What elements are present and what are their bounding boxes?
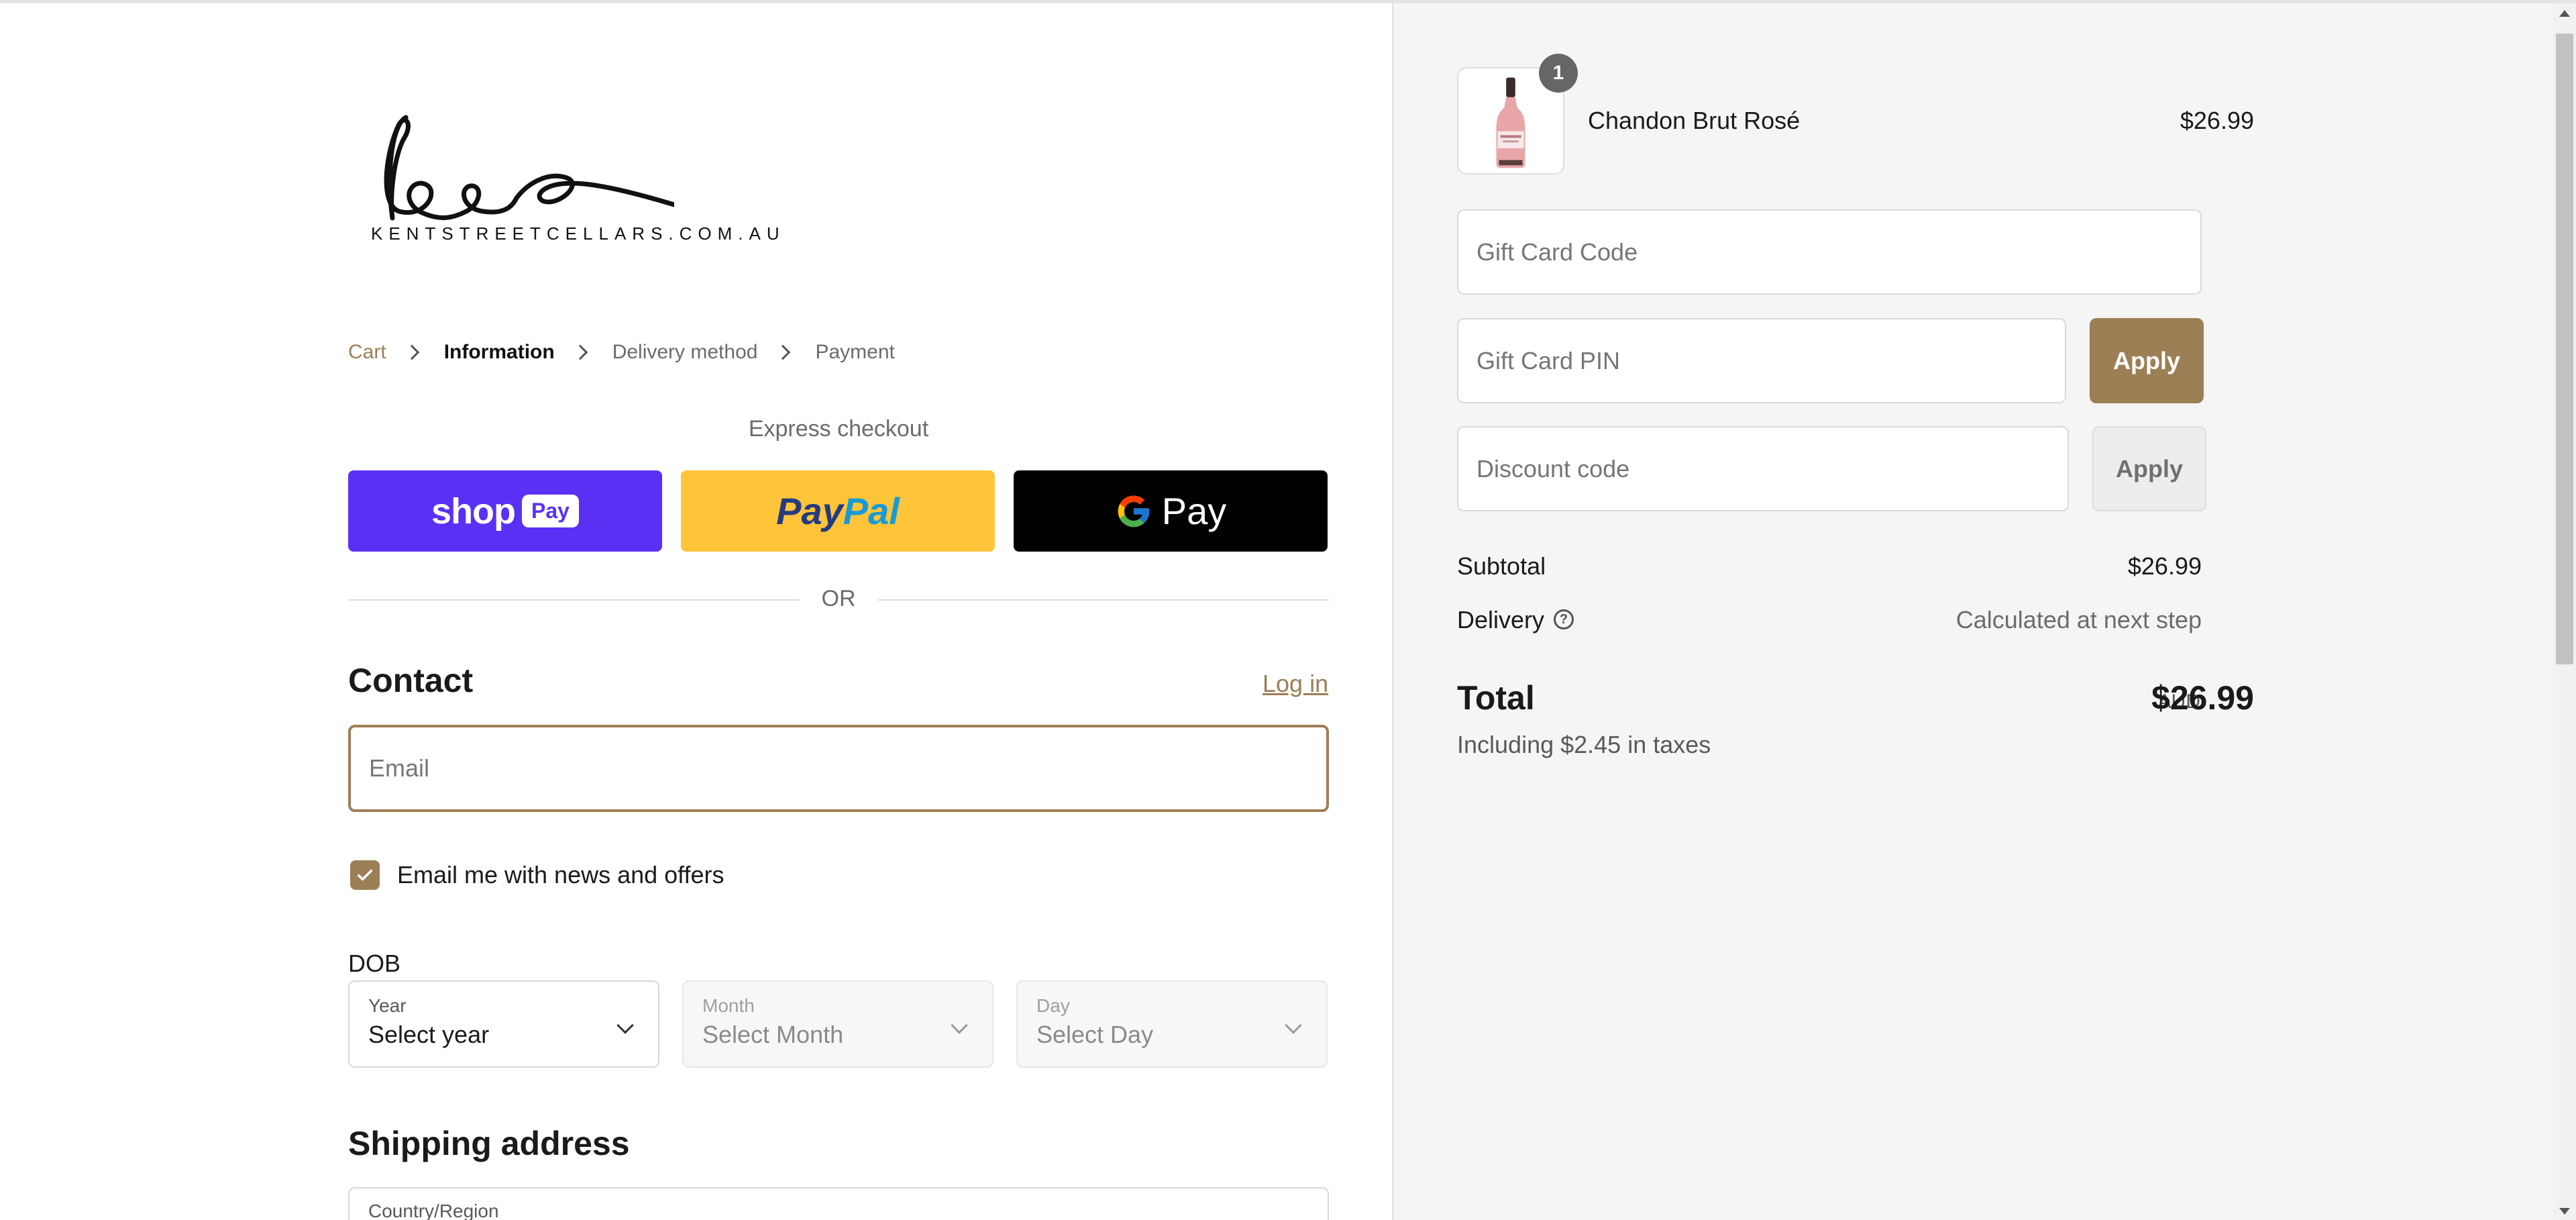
gift-card-code-field[interactable] — [1457, 209, 2202, 295]
breadcrumb-information: Information — [443, 341, 555, 363]
scroll-down-arrow-icon[interactable] — [2559, 1208, 2570, 1215]
google-g-icon — [1118, 495, 1150, 527]
product-name: Chandon Brut Rosé — [1588, 107, 1801, 134]
page-scrollbar[interactable] — [2553, 3, 2576, 1220]
chevron-right-icon — [404, 344, 420, 360]
quantity-badge: 1 — [1539, 54, 1578, 93]
year-value: Select year — [368, 1021, 490, 1048]
delivery-label-group: Delivery? — [1457, 606, 1574, 634]
month-label: Month — [702, 995, 755, 1016]
check-icon — [357, 869, 373, 881]
apply-gift-card-button[interactable]: Apply — [2090, 318, 2204, 403]
year-label: Year — [368, 995, 407, 1016]
delivery-label: Delivery — [1457, 606, 1545, 633]
scrollbar-thumb[interactable] — [2556, 34, 2573, 664]
total-label: Total — [1457, 679, 1535, 717]
delivery-value: Calculated at next step — [1955, 606, 2202, 633]
shop-pay-logo-text: shop — [431, 491, 516, 531]
month-value: Select Month — [702, 1021, 844, 1048]
day-value: Select Day — [1036, 1021, 1154, 1048]
shipping-address-heading: Shipping address — [348, 1125, 630, 1162]
apply-discount-button[interactable]: Apply — [2092, 426, 2206, 511]
taxes-note: Including $2.45 in taxes — [1457, 731, 1711, 758]
paypal-pay-text: Pay — [776, 490, 843, 532]
breadcrumb-cart[interactable]: Cart — [348, 341, 386, 364]
google-pay-text: Pay — [1161, 490, 1227, 532]
paypal-logo: PayPal — [776, 489, 900, 533]
paypal-button[interactable]: PayPal — [681, 470, 995, 552]
checkout-main: KENTSTREETCELLARS.COM.AU Cart Informatio… — [0, 3, 1392, 1220]
log-in-link[interactable]: Log in — [1263, 670, 1328, 698]
google-pay-button[interactable]: Pay — [1014, 470, 1328, 552]
breadcrumb-delivery-method: Delivery method — [612, 341, 758, 363]
dob-year-select[interactable]: Year Select year — [348, 980, 659, 1068]
scroll-up-arrow-icon[interactable] — [2559, 10, 2570, 17]
order-summary: 1 Chandon Brut Rosé $26.99 Apply Apply S… — [1392, 3, 2576, 1220]
chevron-right-icon — [572, 344, 588, 360]
newsletter-checkbox[interactable] — [350, 860, 380, 890]
country-region-select[interactable]: Country/Region — [348, 1187, 1329, 1220]
gift-card-pin-field[interactable] — [1457, 318, 2066, 403]
subtotal-row: Subtotal $26.99 — [1457, 552, 2202, 586]
chevron-right-icon — [775, 344, 791, 360]
express-checkout-title: Express checkout — [748, 416, 929, 442]
subtotal-value: $26.99 — [2127, 552, 2202, 580]
divider-line — [878, 599, 1329, 601]
product-price: $26.99 — [2180, 107, 2254, 134]
dob-month-select[interactable]: Month Select Month — [682, 980, 994, 1068]
subtotal-label: Subtotal — [1457, 552, 1546, 580]
newsletter-label: Email me with news and offers — [397, 861, 724, 888]
delivery-row: Delivery? Calculated at next step — [1457, 606, 2202, 640]
email-field[interactable] — [348, 725, 1329, 812]
breadcrumb: Cart Information Delivery method Payment — [348, 339, 895, 366]
dob-day-select[interactable]: Day Select Day — [1016, 980, 1328, 1068]
logo-text: KENTSTREETCELLARS.COM.AU — [371, 223, 786, 244]
country-region-label: Country/Region — [368, 1201, 499, 1220]
contact-heading: Contact — [348, 662, 474, 699]
dob-label: DOB — [348, 950, 401, 977]
help-circle-icon[interactable]: ? — [1554, 609, 1574, 630]
total-value: $26.99 — [2151, 679, 2254, 717]
shop-pay-button[interactable]: shop Pay — [348, 470, 662, 552]
paypal-pal-text: Pal — [843, 490, 900, 532]
or-divider: OR — [348, 583, 1329, 617]
breadcrumb-payment: Payment — [815, 341, 895, 363]
discount-code-field[interactable] — [1457, 426, 2069, 511]
shop-pay-pill: Pay — [522, 495, 579, 527]
newsletter-option[interactable]: Email me with news and offers — [350, 858, 724, 892]
day-label: Day — [1036, 995, 1070, 1016]
store-logo[interactable]: KENTSTREETCELLARS.COM.AU — [366, 111, 786, 258]
